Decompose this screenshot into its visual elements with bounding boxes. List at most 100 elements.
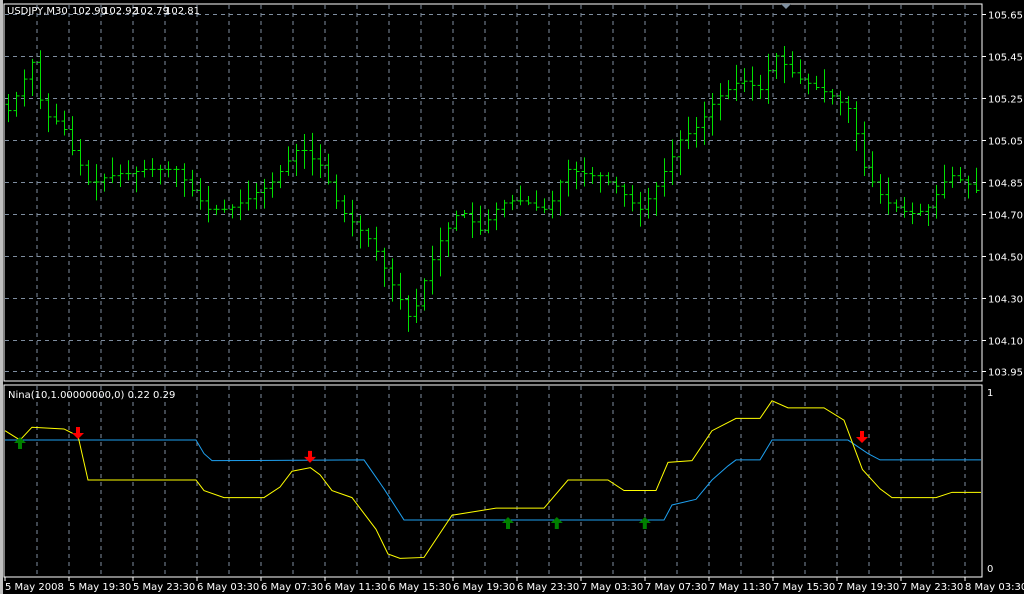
price-bar	[229, 204, 236, 219]
price-bar	[413, 288, 420, 323]
time-axis: 5 May 2008 5 May 19:30 5 May 23:30 6 May 03…	[4, 577, 1024, 593]
price-bar	[13, 91, 20, 117]
price-bar	[573, 161, 580, 190]
price-bar	[765, 53, 772, 104]
time-tick-label: 6 May 15:30	[389, 582, 451, 593]
price-bar	[269, 172, 276, 198]
price-bar	[589, 166, 596, 184]
price-bar	[837, 90, 844, 116]
price-bar	[77, 138, 84, 176]
price-bar	[365, 228, 372, 247]
chart-shift-marker-icon[interactable]	[781, 4, 791, 9]
price-bar	[237, 189, 244, 221]
price-bar	[685, 116, 692, 150]
price-bar	[669, 139, 676, 185]
time-tick-label: 5 May 23:30	[133, 582, 195, 593]
price-bar	[941, 164, 948, 199]
indicator-grid	[36, 386, 966, 576]
price-bar	[933, 184, 940, 219]
price-bar	[533, 190, 540, 211]
time-tick-label: 6 May 11:30	[325, 582, 387, 593]
price-bar	[213, 204, 220, 216]
price-bar	[893, 199, 900, 213]
price-bar	[93, 164, 100, 201]
price-bar	[349, 199, 356, 237]
price-bar	[845, 96, 852, 124]
open-price: 102.90	[72, 6, 107, 17]
indicator-lines	[4, 400, 981, 559]
price-bar	[149, 158, 156, 178]
price-bar	[373, 226, 380, 261]
price-bar	[309, 132, 316, 176]
price-bar	[861, 121, 868, 177]
time-tick-label: 7 May 11:30	[709, 582, 771, 593]
price-bar	[749, 66, 756, 101]
price-bar	[965, 175, 972, 199]
price-bar	[253, 183, 260, 210]
price-bar	[85, 160, 92, 185]
price-bar	[693, 116, 700, 148]
price-bar	[829, 89, 836, 105]
time-tick-label: 5 May 19:30	[69, 582, 131, 593]
price-bar	[949, 166, 956, 188]
mt4-chart-window[interactable]: 105.65 105.45 105.25 105.05 104.85 104.70 104.…	[0, 0, 1024, 594]
price-bar	[717, 83, 724, 121]
close-price: 102.81	[165, 6, 200, 17]
price-bar	[437, 227, 444, 277]
price-bar	[453, 210, 460, 231]
time-tick-label: 5 May 2008	[5, 582, 64, 593]
price-bar	[69, 116, 76, 156]
high-price: 102.92	[103, 6, 138, 17]
price-tick-label: 105.45	[988, 53, 1023, 64]
price-bar	[877, 174, 884, 204]
price-bar	[469, 202, 476, 238]
price-bar	[317, 144, 324, 179]
indicator-scale-max: 1	[987, 388, 993, 399]
price-bar	[645, 187, 652, 219]
time-tick-label: 6 May 19:30	[453, 582, 515, 593]
price-bar	[541, 198, 548, 214]
price-bar	[805, 73, 812, 95]
price-tick-label: 105.25	[988, 95, 1023, 106]
price-bar	[973, 167, 980, 193]
time-tick-label: 7 May 23:30	[901, 582, 963, 593]
price-bar	[493, 202, 500, 231]
chart-header: USDJPY,M30 102.90 102.92 102.79 102.81	[7, 6, 200, 17]
price-bar	[813, 75, 820, 90]
symbol-label: USDJPY,M30	[7, 6, 68, 17]
price-bar	[557, 179, 564, 216]
time-tick-label: 7 May 07:30	[645, 582, 707, 593]
time-tick-label: 6 May 07:30	[261, 582, 323, 593]
price-bar	[485, 209, 492, 234]
price-bar	[389, 258, 396, 302]
price-bar	[125, 160, 132, 181]
price-bar	[517, 185, 524, 206]
price-bar	[477, 205, 484, 235]
price-bar	[733, 64, 740, 102]
price-bar	[261, 178, 268, 209]
price-bar	[189, 169, 196, 197]
price-bar	[565, 159, 572, 197]
sell-arrow-icon	[72, 427, 84, 439]
price-bar	[117, 164, 124, 188]
price-bar	[741, 68, 748, 92]
price-bar	[429, 245, 436, 295]
price-bar	[29, 58, 36, 96]
price-bar	[141, 159, 148, 178]
price-bar	[613, 176, 620, 194]
buy-arrow-icon	[14, 437, 26, 450]
sell-arrow-icon	[304, 450, 316, 463]
price-bar	[725, 80, 732, 100]
price-bar	[173, 165, 180, 188]
price-bar	[405, 295, 412, 332]
price-bar	[525, 196, 532, 206]
price-tick-label: 104.10	[988, 337, 1023, 348]
indicator-line-main	[4, 400, 981, 559]
price-bar	[133, 166, 140, 193]
price-bar	[21, 69, 28, 107]
sell-arrow-icon	[856, 431, 868, 444]
price-bars	[5, 46, 980, 332]
price-bar	[45, 93, 52, 133]
price-bar	[421, 278, 428, 311]
price-bar	[61, 110, 68, 136]
